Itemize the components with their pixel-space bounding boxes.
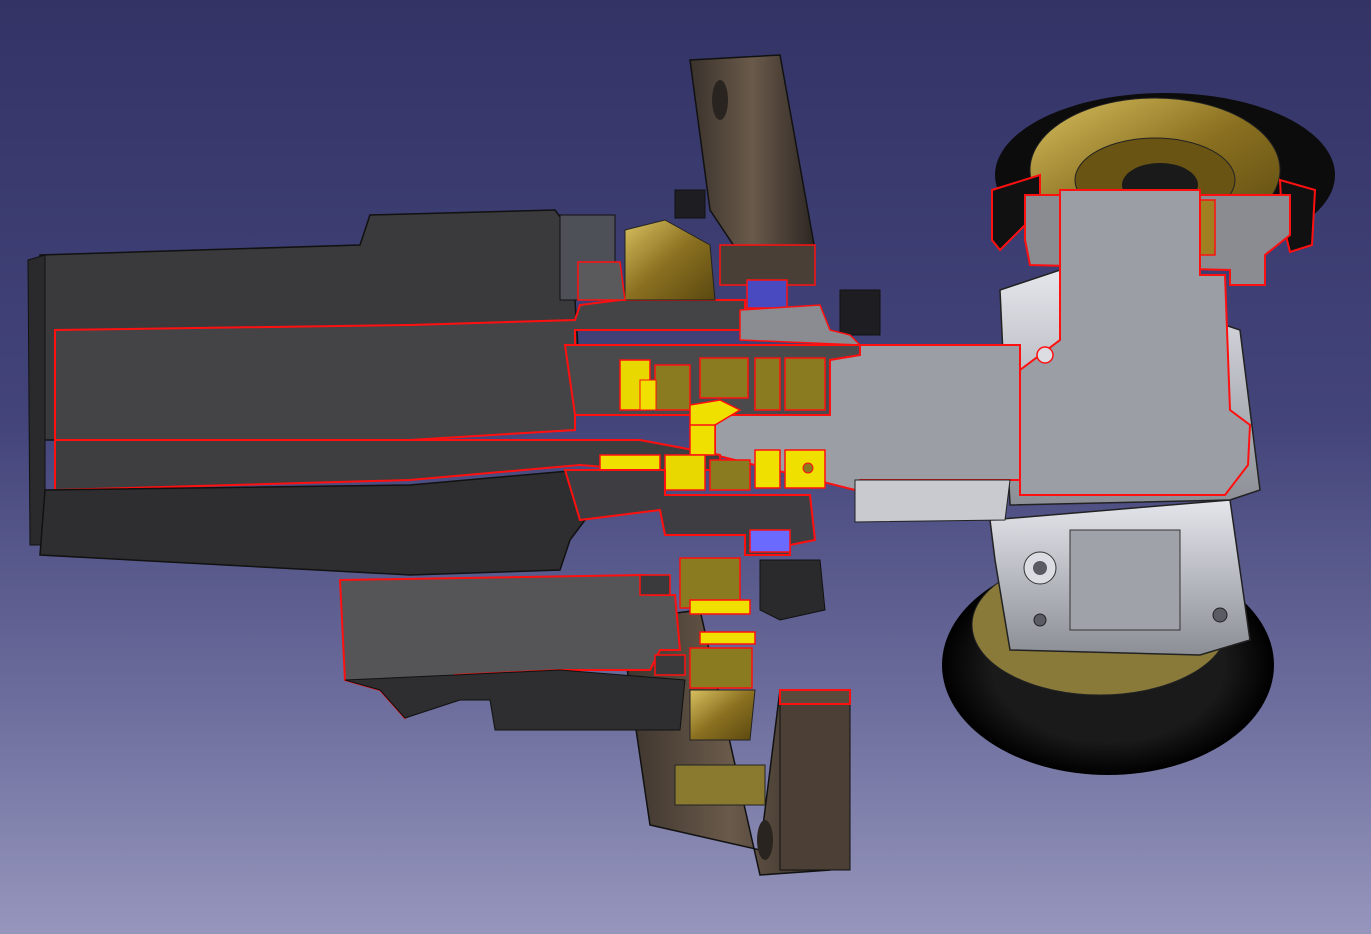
gearbox-cylinder bbox=[1069, 529, 1181, 631]
bracket-leg-section bbox=[779, 689, 851, 705]
lower-section-block bbox=[639, 574, 671, 596]
bearing-yellow bbox=[754, 449, 781, 489]
gear-section-gold bbox=[654, 364, 691, 411]
lower-gear-gold bbox=[689, 647, 753, 689]
bearing-yellow bbox=[689, 599, 751, 615]
gear-section-gold bbox=[709, 459, 751, 491]
bracket-section-upper bbox=[719, 244, 816, 286]
pin-icon bbox=[802, 462, 814, 474]
lower-flange bbox=[759, 559, 826, 621]
cad-cross-section-model[interactable] bbox=[0, 0, 1371, 934]
shaft-collar bbox=[854, 479, 1011, 523]
bracket-leg bbox=[779, 689, 851, 871]
bracket-hole-icon bbox=[757, 820, 773, 860]
gear-teeth-upper bbox=[624, 219, 716, 301]
3d-viewport[interactable] bbox=[0, 0, 1371, 934]
bearing-yellow bbox=[664, 454, 706, 491]
shaft-pin-icon bbox=[1036, 346, 1054, 364]
gear-teeth-lower bbox=[689, 689, 756, 741]
bolt-hole-icon bbox=[1033, 613, 1047, 627]
mount-hole-center bbox=[1033, 561, 1047, 575]
lower-motor-body bbox=[344, 669, 686, 731]
motor-endcap bbox=[27, 254, 46, 546]
gear-section-gold bbox=[699, 357, 749, 399]
bearing-yellow bbox=[639, 379, 657, 411]
highlight-part-upper bbox=[746, 279, 788, 309]
bolt-icon bbox=[839, 289, 881, 336]
bolt-hole-icon bbox=[1212, 607, 1228, 623]
gear-section-gold bbox=[784, 357, 826, 411]
highlight-part-lower bbox=[749, 529, 791, 553]
gear-section-gold bbox=[754, 357, 781, 411]
bracket-hole-icon bbox=[712, 80, 728, 120]
gear-section bbox=[577, 261, 626, 301]
bracket-top bbox=[689, 54, 816, 256]
lower-section-block bbox=[654, 654, 686, 676]
bearing-yellow bbox=[699, 631, 756, 645]
standoff-gold bbox=[674, 764, 766, 806]
bearing-yellow bbox=[689, 424, 716, 456]
bolt-icon bbox=[674, 189, 706, 219]
